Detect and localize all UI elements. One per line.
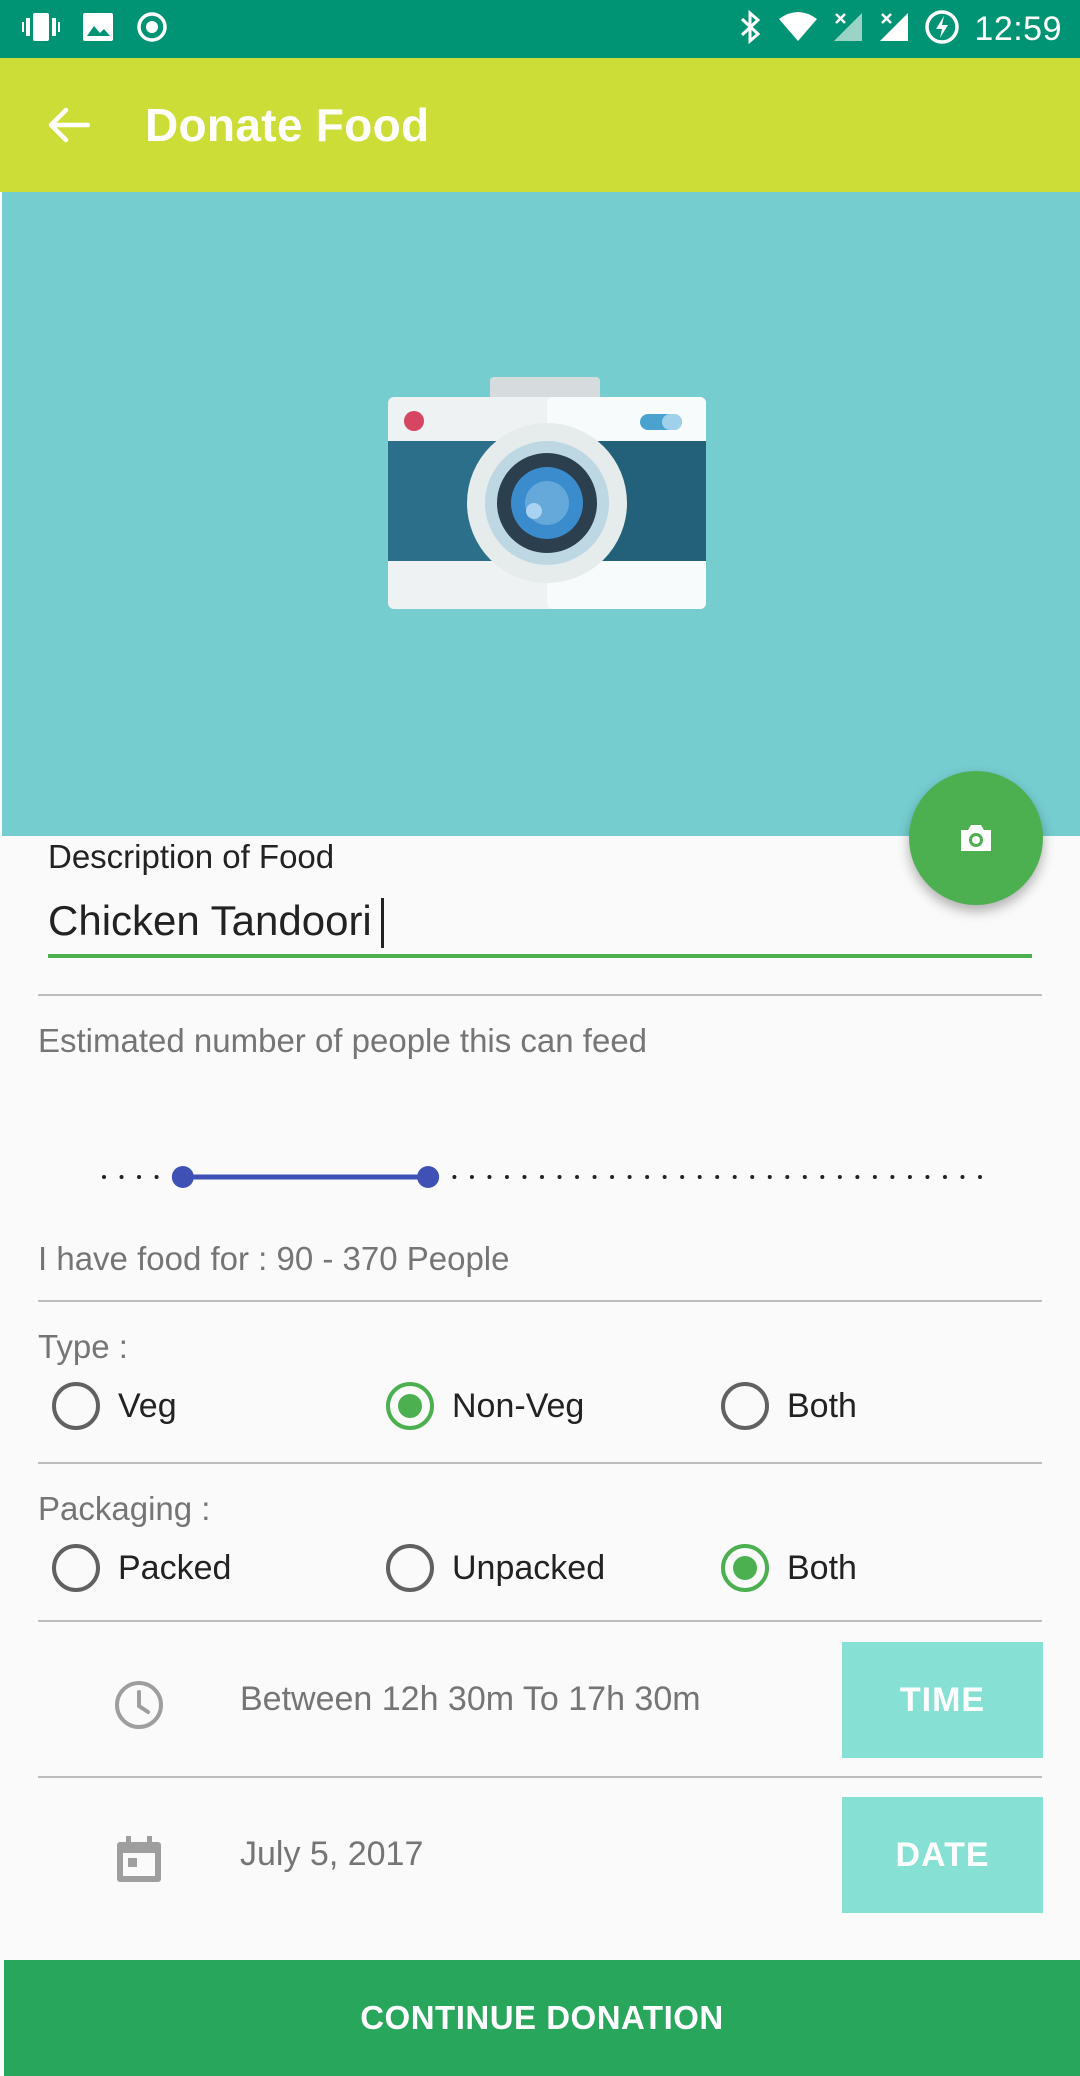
slider-min-thumb[interactable] bbox=[171, 1166, 194, 1188]
packaging-option-both[interactable]: Both bbox=[721, 1538, 857, 1598]
time-range-text: Between 12h 30m To 17h 30m bbox=[240, 1680, 701, 1718]
slider-tick bbox=[154, 1175, 159, 1179]
slider-max-thumb[interactable] bbox=[417, 1166, 440, 1188]
type-radio-group: Veg Non-Veg Both bbox=[0, 1376, 1080, 1436]
radio-label: Both bbox=[787, 1548, 857, 1587]
slider-tick bbox=[820, 1175, 825, 1179]
status-time: 12:59 bbox=[974, 9, 1062, 48]
slider-tick bbox=[767, 1175, 772, 1179]
radio-label: Both bbox=[787, 1386, 857, 1425]
app-bar: Donate Food bbox=[0, 58, 1080, 192]
slider-tick bbox=[627, 1175, 632, 1179]
slider-tick bbox=[715, 1175, 720, 1179]
radio-button[interactable] bbox=[386, 1544, 434, 1592]
slider-tick bbox=[592, 1175, 597, 1179]
date-button[interactable]: DATE bbox=[842, 1797, 1043, 1913]
slider-tick bbox=[469, 1175, 474, 1179]
vibrate-icon bbox=[22, 12, 60, 47]
description-input[interactable] bbox=[48, 888, 1032, 958]
slider-tick bbox=[697, 1175, 702, 1179]
slider-tick bbox=[750, 1175, 755, 1179]
time-row: Between 12h 30m To 17h 30m TIME bbox=[0, 1642, 1080, 1758]
slider-tick bbox=[907, 1175, 912, 1179]
divider bbox=[38, 1776, 1042, 1778]
slider-tick bbox=[837, 1175, 842, 1179]
arrow-back-icon bbox=[48, 107, 90, 143]
selected-date-text: July 5, 2017 bbox=[240, 1835, 424, 1873]
radio-button[interactable] bbox=[52, 1544, 100, 1592]
slider-tick bbox=[802, 1175, 807, 1179]
record-icon bbox=[136, 11, 168, 48]
slider-tick bbox=[662, 1175, 667, 1179]
slider-tick bbox=[540, 1175, 544, 1179]
slider-tick bbox=[978, 1175, 982, 1179]
food-photo-area[interactable] bbox=[2, 192, 1080, 836]
slider-tick bbox=[575, 1175, 580, 1179]
slider-tick bbox=[504, 1175, 509, 1179]
take-photo-button[interactable] bbox=[909, 771, 1043, 905]
slider-tick bbox=[855, 1175, 860, 1179]
slider-tick bbox=[137, 1175, 142, 1179]
camera-illustration bbox=[388, 377, 706, 609]
type-label: Type : bbox=[38, 1328, 128, 1365]
divider bbox=[38, 1620, 1042, 1622]
slider-tick bbox=[680, 1175, 685, 1179]
slider-tick bbox=[487, 1175, 492, 1179]
slider-tick bbox=[522, 1175, 527, 1179]
slider-tick bbox=[942, 1175, 947, 1179]
calendar-icon bbox=[117, 1836, 161, 1882]
radio-label: Non-Veg bbox=[452, 1386, 585, 1425]
slider-tick bbox=[119, 1175, 124, 1179]
radio-button[interactable] bbox=[721, 1544, 769, 1592]
people-range-slider[interactable] bbox=[102, 1166, 982, 1188]
slider-tick bbox=[925, 1175, 930, 1179]
slider-tick bbox=[452, 1175, 457, 1179]
back-button[interactable] bbox=[40, 96, 98, 154]
continue-donation-button[interactable]: CONTINUE DONATION bbox=[4, 1960, 1080, 2076]
signal-x-icon bbox=[878, 11, 910, 48]
radio-label: Packed bbox=[118, 1548, 232, 1587]
packaging-option-unpacked[interactable]: Unpacked bbox=[386, 1538, 605, 1598]
status-bar: 12:59 bbox=[0, 0, 1080, 58]
slider-tick bbox=[890, 1175, 895, 1179]
text-cursor bbox=[381, 898, 384, 948]
people-label: Estimated number of people this can feed bbox=[38, 1022, 648, 1059]
radio-button[interactable] bbox=[52, 1382, 100, 1430]
divider bbox=[38, 1462, 1042, 1464]
radio-label: Veg bbox=[118, 1386, 177, 1425]
clock-icon bbox=[115, 1681, 163, 1729]
description-label: Description of Food bbox=[48, 838, 335, 875]
camera-icon bbox=[961, 825, 991, 851]
radio-button[interactable] bbox=[721, 1382, 769, 1430]
packaging-radio-group: Packed Unpacked Both bbox=[0, 1538, 1080, 1598]
type-option-veg[interactable]: Veg bbox=[52, 1376, 177, 1436]
bluetooth-icon bbox=[738, 9, 764, 50]
date-row: July 5, 2017 DATE bbox=[0, 1797, 1080, 1913]
image-icon bbox=[82, 12, 114, 47]
divider bbox=[38, 1300, 1042, 1302]
packaging-option-packed[interactable]: Packed bbox=[52, 1538, 231, 1598]
people-summary: I have food for : 90 - 370 People bbox=[38, 1240, 510, 1277]
packaging-label: Packaging : bbox=[38, 1490, 211, 1527]
signal-x-icon bbox=[832, 11, 864, 48]
slider-tick bbox=[785, 1175, 790, 1179]
slider-tick bbox=[872, 1175, 877, 1179]
type-option-both[interactable]: Both bbox=[721, 1376, 857, 1436]
slider-tick bbox=[610, 1175, 615, 1179]
slider-tick bbox=[557, 1175, 562, 1179]
type-option-non-veg[interactable]: Non-Veg bbox=[386, 1376, 584, 1436]
battery-charging-icon bbox=[924, 9, 960, 50]
divider bbox=[38, 994, 1042, 996]
slider-tick bbox=[102, 1175, 106, 1179]
page-title: Donate Food bbox=[145, 99, 430, 151]
slider-tick bbox=[645, 1175, 650, 1179]
radio-button[interactable] bbox=[386, 1382, 434, 1430]
slider-tick bbox=[960, 1175, 965, 1179]
wifi-icon bbox=[778, 11, 818, 48]
time-button[interactable]: TIME bbox=[842, 1642, 1043, 1758]
radio-label: Unpacked bbox=[452, 1548, 606, 1587]
slider-tick bbox=[732, 1175, 737, 1179]
